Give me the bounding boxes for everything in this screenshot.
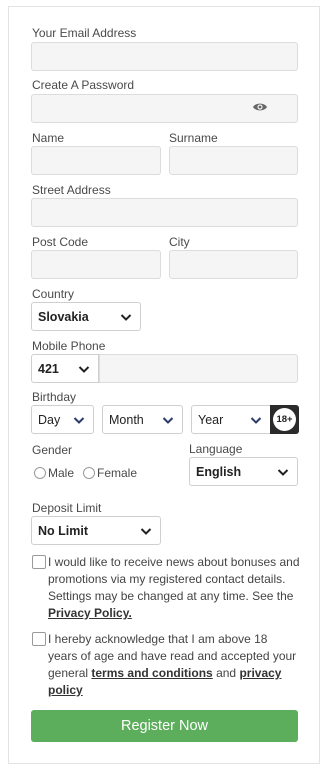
deposit-limit-label: Deposit Limit [32,501,102,515]
privacy-policy-link[interactable]: Privacy Policy. [48,606,132,620]
language-label: Language [189,442,243,456]
gender-male-radio[interactable] [34,467,46,479]
register-button[interactable]: Register Now [31,710,298,742]
year-value: Year [198,412,224,427]
country-label: Country [32,287,75,301]
terms-and-connector: and [216,666,237,680]
day-value: Day [38,412,61,427]
birthday-label: Birthday [32,390,77,404]
chevron-down-icon [140,528,152,535]
postcode-field[interactable] [31,250,161,279]
gender-female-radio[interactable] [83,467,95,479]
eye-icon[interactable] [252,100,268,114]
terms-consent-checkbox[interactable] [32,632,46,646]
language-value: English [196,464,242,479]
news-consent-body: I would like to receive news about bonus… [48,555,300,603]
surname-label: Surname [169,131,218,145]
mobile-label: Mobile Phone [32,339,106,353]
chevron-down-icon [277,469,289,476]
year-select[interactable]: Year [191,405,271,434]
email-label: Your Email Address [32,26,137,40]
month-select[interactable]: Month [102,405,183,434]
month-value: Month [109,412,144,427]
name-field[interactable] [31,146,161,175]
phone-code-value: 421 [38,361,59,376]
deposit-limit-select[interactable]: No Limit [31,516,161,545]
gender-female-label[interactable]: Female [97,466,137,480]
18-plus-badge-icon: 18+ [273,408,296,431]
city-field[interactable] [169,250,298,279]
news-consent-text: I would like to receive news about bonus… [48,554,300,622]
street-label: Street Address [32,183,111,197]
gender-label: Gender [32,443,73,457]
name-label: Name [32,131,65,145]
deposit-limit-value: No Limit [38,523,88,538]
chevron-down-icon [73,417,85,424]
password-label: Create A Password [32,78,135,92]
terms-consent-text: I hereby acknowledge that I am above 18 … [48,631,300,699]
city-label: City [169,235,190,249]
postcode-label: Post Code [32,235,89,249]
age-restriction-badge: 18+ [270,405,299,434]
terms-and-conditions-link[interactable]: terms and conditions [91,666,212,680]
gender-male-label[interactable]: Male [48,466,74,480]
phone-number-field[interactable] [99,354,298,383]
language-select[interactable]: English [189,457,298,486]
phone-code-select[interactable]: 421 [31,354,99,383]
news-consent-checkbox[interactable] [32,555,46,569]
chevron-down-icon [162,417,174,424]
email-field[interactable] [31,42,298,71]
chevron-down-icon [78,366,90,373]
country-select[interactable]: Slovakia [31,302,141,331]
surname-field[interactable] [169,146,298,175]
day-select[interactable]: Day [31,405,94,434]
country-value: Slovakia [38,309,89,324]
chevron-down-icon [250,417,262,424]
street-field[interactable] [31,198,298,227]
chevron-down-icon [120,314,132,321]
